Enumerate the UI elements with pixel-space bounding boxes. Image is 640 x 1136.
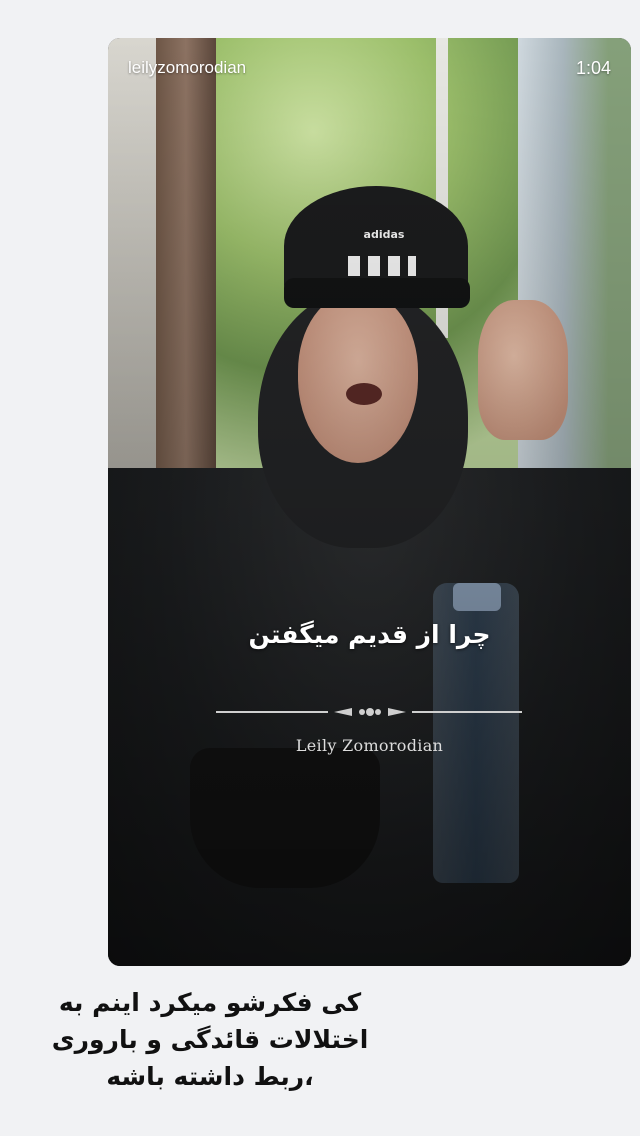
story-video[interactable]: adidas leilyzomorodian 1:04 چرا از قدیم … [108, 38, 631, 966]
post-caption: کی فکرشو میکرد اینم به اختلالات قائدگی و… [51, 988, 369, 1091]
video-timestamp: 1:04 [575, 58, 611, 78]
video-watermark: Leily Zomorodian [295, 736, 444, 755]
video-frame: adidas [108, 38, 631, 966]
video-subtitle: چرا از قدیم میگفتن [248, 620, 491, 649]
story-username[interactable]: leilyzomorodian [128, 58, 246, 78]
ornament-divider [216, 708, 522, 716]
